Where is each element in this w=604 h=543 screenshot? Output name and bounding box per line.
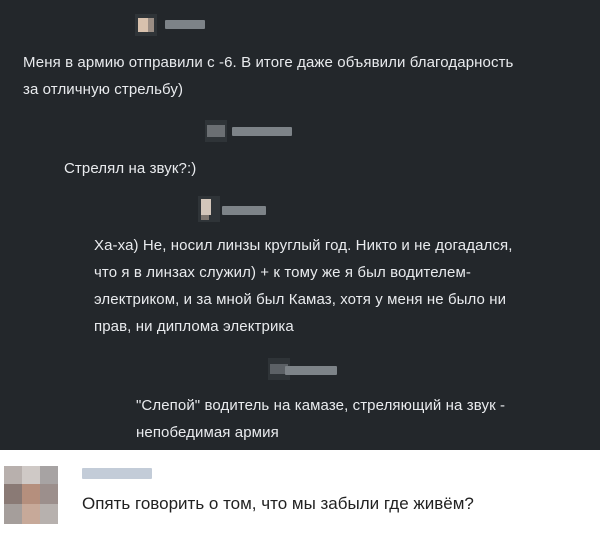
- comment-3-line: прав, ни диплома электрика: [94, 318, 294, 335]
- comment-3-line: электриком, и за мной был Камаз, хотя у …: [94, 291, 507, 308]
- username-4-blurred[interactable]: [285, 366, 337, 375]
- reply-section: Опять говорить о том, что мы забыли где …: [0, 450, 604, 543]
- comment-2-line: Стрелял на звук?:): [64, 160, 197, 177]
- reply-avatar[interactable]: [4, 466, 58, 524]
- username-1-blurred[interactable]: [165, 20, 205, 29]
- username-3-blurred[interactable]: [222, 206, 266, 215]
- avatar-2[interactable]: [205, 120, 227, 142]
- comment-3-line: что я в линзах служил) + к тому же я был…: [94, 264, 471, 281]
- comment-4-line: непобедимая армия: [136, 424, 279, 441]
- comment-1-line: Меня в армию отправили с -6. В итоге даж…: [23, 54, 514, 71]
- username-2-blurred[interactable]: [232, 127, 292, 136]
- comment-3-line: Ха-ха) Не, носил линзы круглый год. Никт…: [94, 237, 513, 254]
- avatar-3[interactable]: [198, 196, 220, 222]
- comment-4-text: "Слепой" водитель на камазе, стреляющий …: [136, 392, 505, 446]
- comment-4-line: "Слепой" водитель на камазе, стреляющий …: [136, 397, 506, 414]
- avatar-1[interactable]: [135, 14, 157, 36]
- comment-1-line: за отличную стрельбу): [23, 81, 184, 98]
- comment-2-text: Стрелял на звук?:): [64, 155, 196, 182]
- reply-text: Опять говорить о том, что мы забыли где …: [82, 494, 474, 513]
- reply-username-blurred[interactable]: [82, 468, 152, 479]
- comment-1-text: Меня в армию отправили с -6. В итоге даж…: [23, 49, 513, 103]
- comment-3-text: Ха-ха) Не, носил линзы круглый год. Никт…: [94, 232, 512, 340]
- comment-thread-panel: Меня в армию отправили с -6. В итоге даж…: [0, 0, 600, 450]
